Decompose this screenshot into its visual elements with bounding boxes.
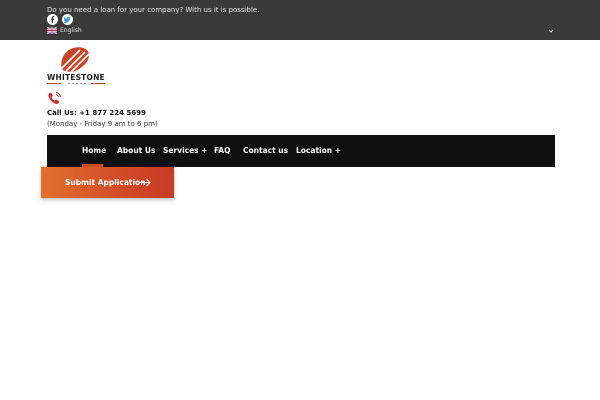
nav-about-us[interactable]: About Us [117, 146, 155, 156]
phone-icon [48, 92, 61, 104]
nav-location[interactable]: Location + [296, 146, 341, 156]
twitter-icon[interactable] [62, 14, 73, 25]
submit-application-button[interactable]: Submit Application [41, 167, 174, 198]
logo-underline [47, 82, 105, 85]
logo-mark-icon [61, 47, 89, 73]
facebook-icon[interactable] [47, 14, 58, 25]
main-nav: Home About Us Services + FAQ Contact us … [47, 135, 555, 167]
brand-logo[interactable]: WHITESTONE [47, 47, 109, 85]
logo-wordmark: WHITESTONE [47, 73, 105, 82]
uk-flag-icon [47, 27, 57, 34]
topbar-tagline: Do you need a loan for your company? Wit… [47, 6, 260, 14]
language-label: English [60, 27, 82, 34]
arrow-right-icon [138, 178, 151, 187]
call-us-phone[interactable]: Call Us: +1 877 224 5699 [47, 108, 146, 118]
nav-home[interactable]: Home [82, 146, 106, 156]
top-bar: Do you need a loan for your company? Wit… [0, 0, 600, 40]
nav-services[interactable]: Services + [163, 146, 208, 156]
submit-application-label: Submit Application [65, 178, 146, 187]
chevron-down-icon[interactable] [547, 27, 555, 35]
nav-contact-us[interactable]: Contact us [243, 146, 288, 156]
business-hours: (Monday - Friday 9 am to 6 pm) [47, 120, 158, 128]
nav-faq[interactable]: FAQ [214, 146, 230, 156]
